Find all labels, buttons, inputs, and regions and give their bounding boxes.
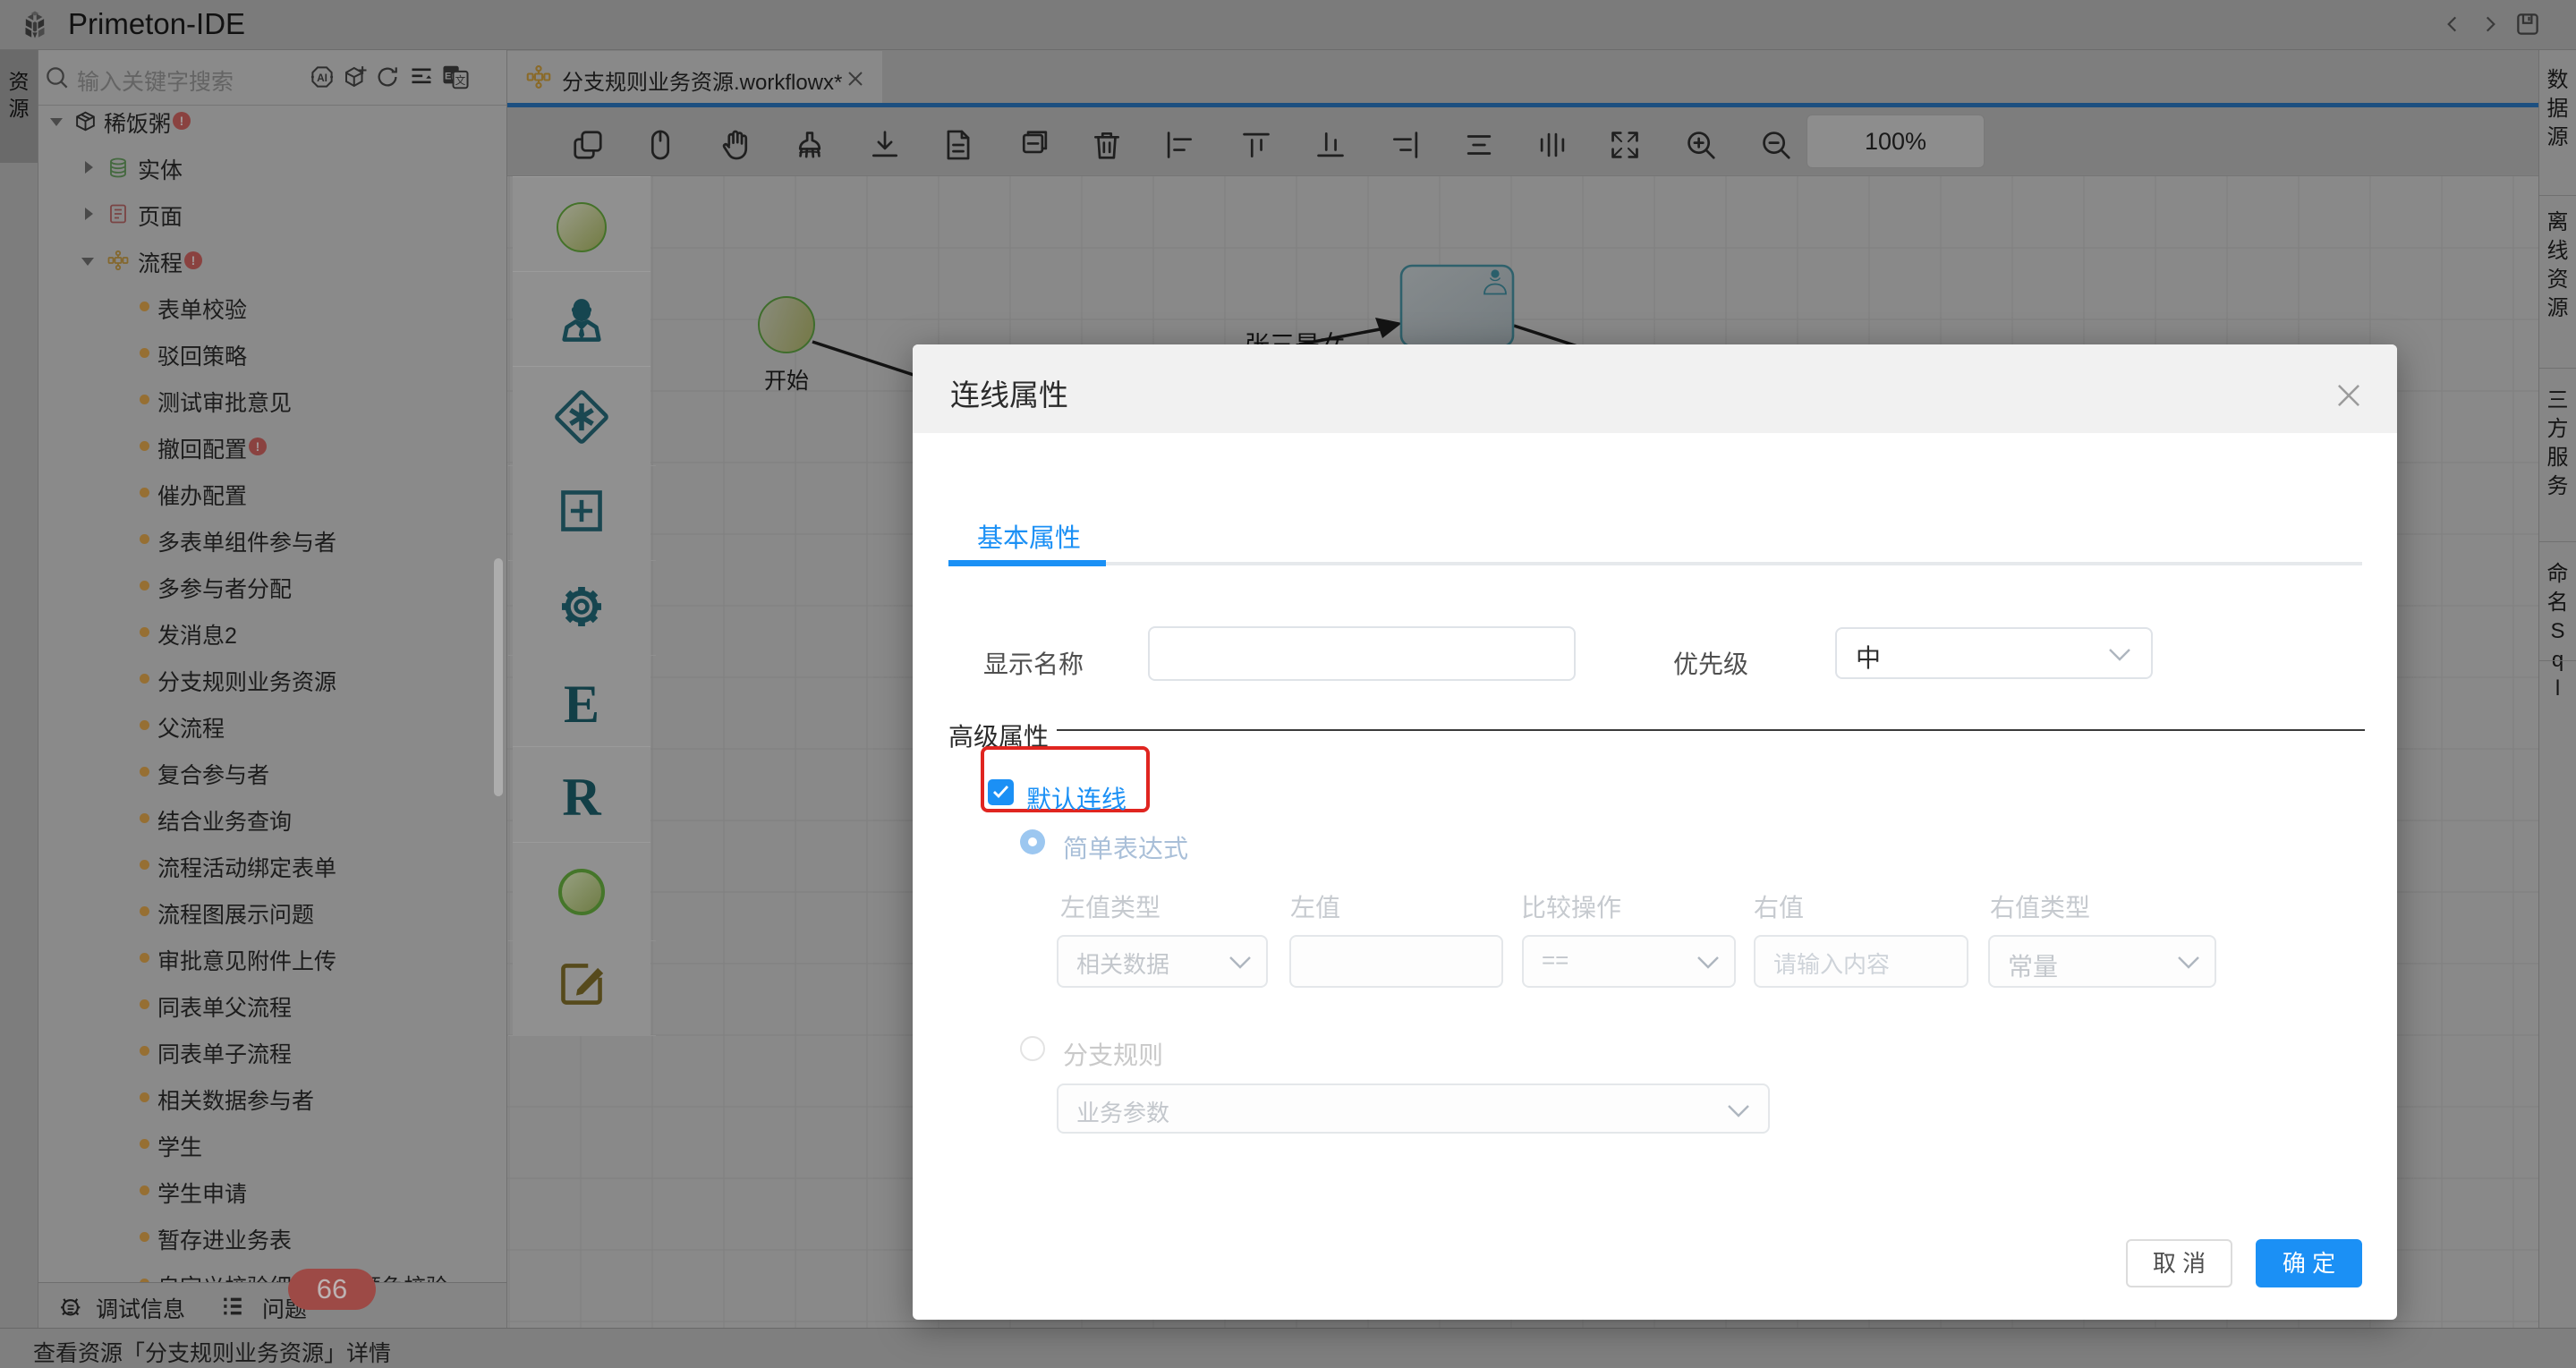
svg-text:开始: 开始 xyxy=(764,363,809,395)
svg-text:AI: AI xyxy=(317,72,327,84)
svg-text:文: 文 xyxy=(455,74,466,87)
